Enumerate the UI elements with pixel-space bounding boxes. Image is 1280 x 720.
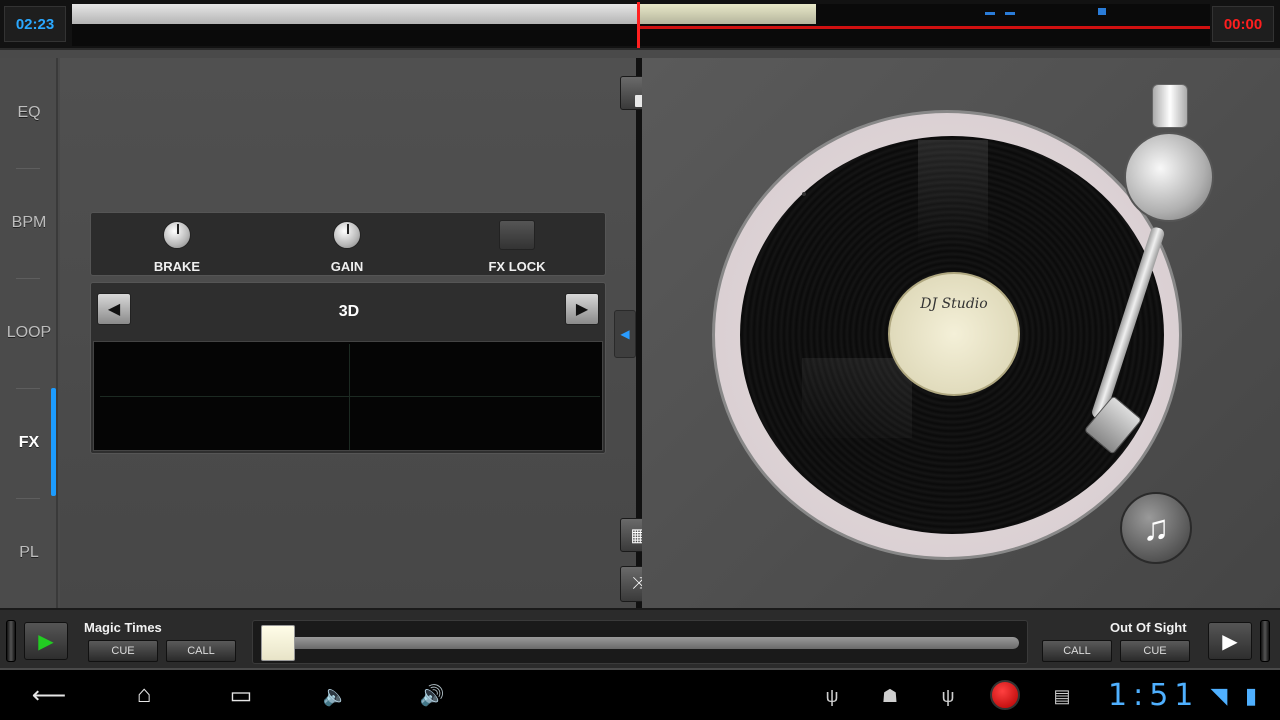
dj-studio-app: 02:23 00:00 EQ BPM LOOP FX PL BRAKE GAIN bbox=[0, 0, 1280, 720]
record-shine bbox=[918, 140, 988, 250]
record-label: DJ Studio bbox=[888, 272, 1020, 396]
sd-card-icon: ▤ bbox=[1053, 685, 1071, 706]
play-icon: ▶ bbox=[1222, 630, 1238, 653]
waveform-peak bbox=[1098, 8, 1106, 15]
xy-pad-horizontal-guide bbox=[100, 396, 600, 397]
side-menu: EQ BPM LOOP FX PL bbox=[0, 58, 58, 608]
pitch-slider-track bbox=[261, 637, 1019, 649]
fx-lock-label: FX LOCK bbox=[488, 259, 546, 274]
waveform-left-lower bbox=[72, 24, 638, 46]
waveform-current-segment[interactable] bbox=[640, 4, 816, 24]
waveform-peak bbox=[985, 12, 995, 15]
menu-divider bbox=[16, 498, 40, 499]
gain-label: GAIN bbox=[330, 259, 364, 274]
effect-name: 3D bbox=[338, 303, 360, 320]
xy-pad-vertical-guide bbox=[349, 344, 350, 450]
usb-icon: ψ bbox=[941, 685, 955, 706]
right-cue-button[interactable]: CUE bbox=[1120, 640, 1190, 662]
right-track-title: Out Of Sight bbox=[1110, 620, 1187, 635]
menu-item-loop[interactable]: LOOP bbox=[0, 324, 58, 344]
left-play-button[interactable]: ▶ bbox=[24, 622, 68, 660]
effect-selector-panel: ◀ 3D ▶ bbox=[90, 282, 606, 454]
menu-item-pl[interactable]: PL bbox=[0, 544, 58, 564]
menu-divider bbox=[16, 278, 40, 279]
triangle-left-icon: ◀ bbox=[107, 301, 121, 318]
back-icon[interactable]: ⟵ bbox=[26, 680, 72, 710]
waveform-red-trace bbox=[640, 26, 1210, 29]
volume-up-icon[interactable]: 🔊 bbox=[412, 680, 452, 710]
home-icon[interactable]: ⌂ bbox=[120, 680, 168, 710]
playhead-marker[interactable] bbox=[637, 2, 640, 48]
volume-down-icon[interactable]: 🔈 bbox=[320, 680, 350, 710]
waveform-peak bbox=[1005, 12, 1015, 15]
play-icon: ▶ bbox=[38, 630, 54, 653]
music-note-plus-icon: ♫ bbox=[1142, 507, 1170, 548]
usb-icon: ψ bbox=[825, 685, 839, 706]
record-shine bbox=[802, 358, 912, 438]
transport-bar: ▶ Magic Times CUE CALL Out Of Sight CALL… bbox=[0, 608, 1280, 668]
brake-label: BRAKE bbox=[153, 259, 201, 274]
elapsed-time: 02:23 bbox=[4, 6, 66, 42]
left-track-title: Magic Times bbox=[84, 620, 162, 635]
spindle bbox=[802, 192, 806, 196]
right-deck-grip[interactable] bbox=[1260, 620, 1270, 662]
left-deck-grip[interactable] bbox=[6, 620, 16, 662]
triangle-right-icon: ▶ bbox=[575, 301, 589, 318]
left-call-button[interactable]: CALL bbox=[166, 640, 236, 662]
menu-item-eq[interactable]: EQ bbox=[0, 104, 58, 124]
waveform-left-played[interactable] bbox=[72, 4, 638, 24]
menu-item-bpm[interactable]: BPM bbox=[0, 214, 58, 234]
screen-record-icon[interactable] bbox=[990, 680, 1020, 710]
fx-lock-button[interactable] bbox=[499, 220, 535, 250]
add-music-button[interactable]: ♫ bbox=[1120, 492, 1192, 564]
right-call-button[interactable]: CALL bbox=[1042, 640, 1112, 662]
fx-knob-panel: BRAKE GAIN FX LOCK bbox=[90, 212, 606, 276]
left-cue-button[interactable]: CUE bbox=[88, 640, 158, 662]
brake-knob[interactable] bbox=[163, 221, 191, 249]
system-clock: 1:51 bbox=[1108, 677, 1200, 713]
arrow-left-icon: ◀ bbox=[620, 327, 630, 341]
fx-panel: BRAKE GAIN FX LOCK ◀ 3D ▶ bbox=[60, 58, 636, 608]
fx-xy-pad[interactable] bbox=[93, 341, 603, 451]
wifi-icon: ◥ bbox=[1210, 683, 1228, 708]
next-effect-button[interactable]: ▶ bbox=[565, 293, 599, 325]
android-debug-icon: ☗ bbox=[881, 685, 899, 706]
tonearm-base bbox=[1124, 132, 1214, 222]
gain-knob[interactable] bbox=[333, 221, 361, 249]
waveform-bar: 02:23 00:00 bbox=[0, 0, 1280, 50]
tonearm-counterweight bbox=[1152, 84, 1188, 128]
active-menu-indicator bbox=[51, 388, 56, 496]
pitch-slider-thumb[interactable] bbox=[261, 625, 295, 661]
recent-apps-icon[interactable]: ▭ bbox=[218, 680, 264, 710]
collapse-left-panel-button[interactable]: ◀ bbox=[614, 310, 636, 358]
prev-effect-button[interactable]: ◀ bbox=[97, 293, 131, 325]
system-navigation-bar: ⟵ ⌂ ▭ 🔈 🔊 ψ ☗ ψ ▤ 1:51 ◥ ▮ bbox=[0, 670, 1280, 720]
menu-item-fx[interactable]: FX bbox=[0, 434, 58, 454]
menu-divider bbox=[16, 388, 40, 389]
right-play-button[interactable]: ▶ bbox=[1208, 622, 1252, 660]
battery-icon: ▮ bbox=[1244, 683, 1258, 708]
remaining-time: 00:00 bbox=[1212, 6, 1274, 42]
menu-divider bbox=[16, 168, 40, 169]
pitch-slider[interactable] bbox=[252, 620, 1028, 664]
record-label-text: DJ Studio bbox=[920, 296, 988, 312]
turntable-deck: DJ Studio ♫ bbox=[642, 58, 1280, 608]
